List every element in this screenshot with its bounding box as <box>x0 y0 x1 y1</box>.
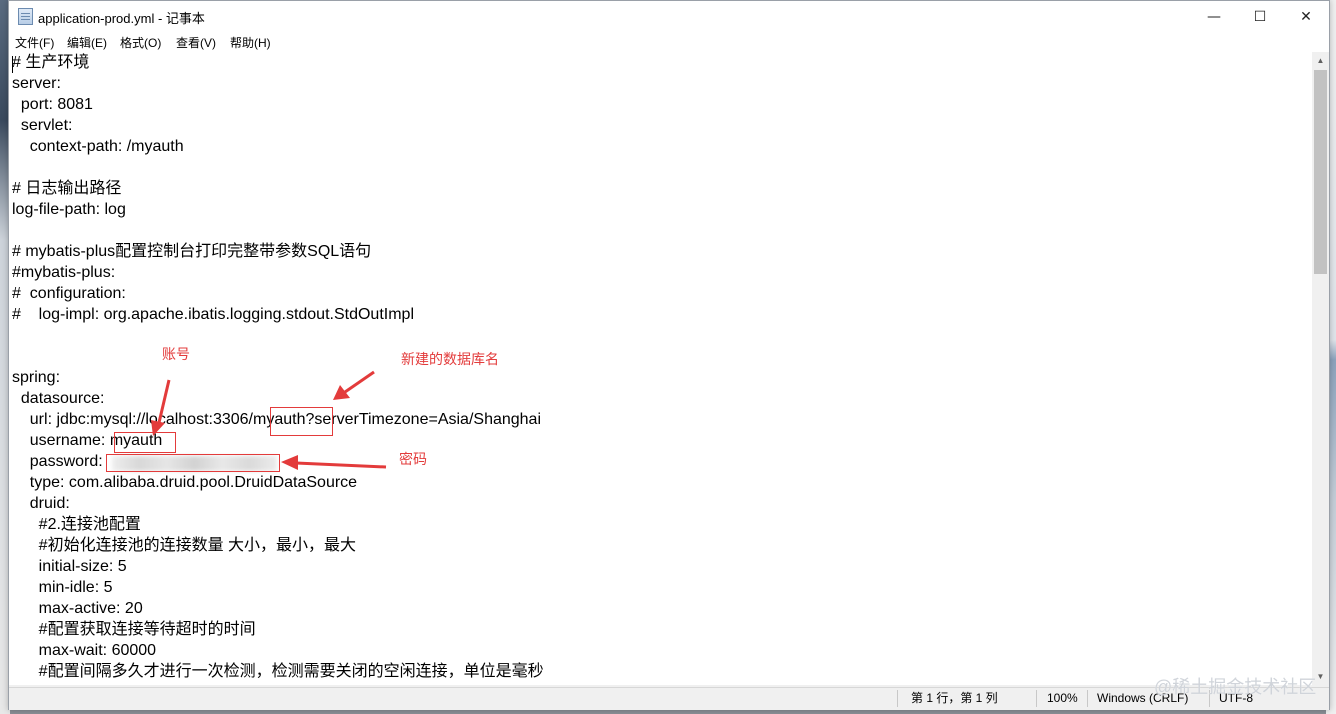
arrow-new-database-name <box>333 370 375 400</box>
menu-edit[interactable]: 编辑(E) <box>67 34 107 51</box>
text-editor[interactable]: # 生产环境 server: port: 8081 servlet: conte… <box>9 52 1312 685</box>
scrollbar-thumb[interactable] <box>1314 70 1327 274</box>
maximize-button[interactable]: ☐ <box>1237 1 1283 32</box>
menu-view[interactable]: 查看(V) <box>176 34 216 51</box>
arrow-account <box>151 379 171 436</box>
annotation-account: 账号 <box>162 346 190 362</box>
annotation-arrows <box>151 370 387 470</box>
menu-help[interactable]: 帮助(H) <box>230 34 271 51</box>
zoom-level: 100% <box>1047 691 1078 705</box>
title-bar[interactable]: application-prod.yml - 记事本 — ☐ ✕ <box>9 1 1329 32</box>
menu-bar: 文件(F) 编辑(E) 格式(O) 查看(V) 帮助(H) <box>9 32 1329 52</box>
annotation-new-database-name: 新建的数据库名 <box>401 351 499 367</box>
minimize-button[interactable]: — <box>1191 1 1237 32</box>
annotation-password: 密码 <box>399 451 427 467</box>
menu-file[interactable]: 文件(F) <box>15 34 54 51</box>
watermark: @稀土掘金技术社区 <box>1154 677 1317 697</box>
arrow-password <box>281 455 387 470</box>
scroll-up-arrow-icon[interactable]: ▲ <box>1312 52 1329 69</box>
notepad-icon <box>18 8 33 25</box>
vertical-scrollbar[interactable]: ▲ ▼ <box>1312 52 1329 685</box>
notepad-window: application-prod.yml - 记事本 — ☐ ✕ 文件(F) 编… <box>8 0 1330 710</box>
close-button[interactable]: ✕ <box>1283 1 1329 32</box>
menu-format[interactable]: 格式(O) <box>120 34 161 51</box>
cursor-position: 第 1 行，第 1 列 <box>911 691 998 705</box>
status-divider <box>1087 690 1088 707</box>
status-bar: 第 1 行，第 1 列 100% Windows (CRLF) UTF-8 <box>9 687 1329 710</box>
status-divider <box>897 690 898 707</box>
status-divider <box>1036 690 1037 707</box>
window-title: application-prod.yml - 记事本 <box>38 11 205 26</box>
